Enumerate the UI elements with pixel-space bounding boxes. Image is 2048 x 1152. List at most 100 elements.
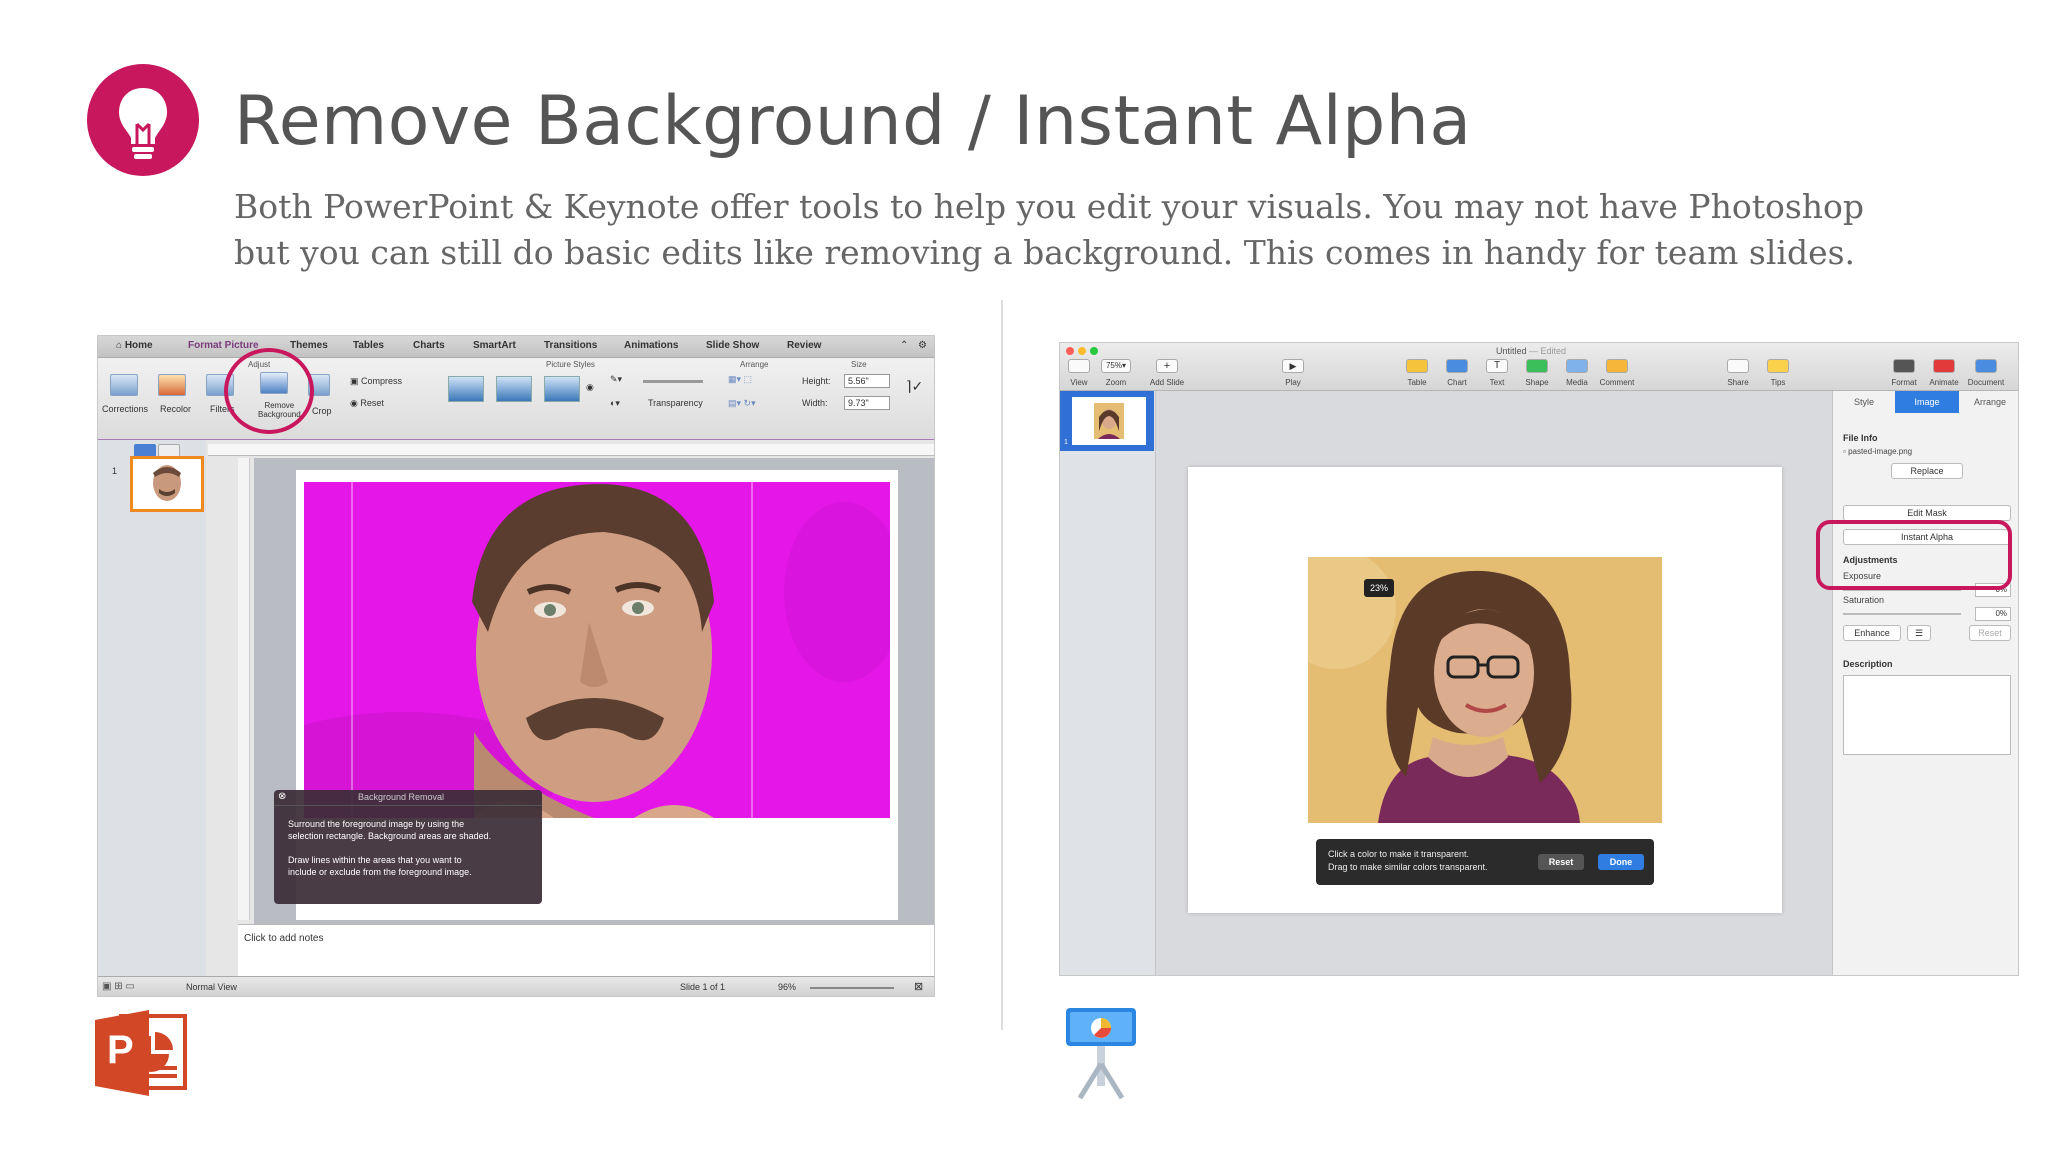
play-icon[interactable]: ▶ (1282, 359, 1304, 373)
fit-window-icon[interactable]: ⊠ (914, 980, 923, 993)
view-button[interactable]: View (1060, 378, 1099, 387)
chart-button[interactable]: Chart (1437, 378, 1477, 387)
recolor-button[interactable]: Recolor (160, 404, 191, 414)
subtitle-line-2: but you can still do basic edits like re… (234, 233, 1856, 272)
zoom-percent: 96% (778, 982, 797, 992)
add-slide-icon[interactable]: + (1156, 359, 1178, 373)
status-bar: ▣ ⊞ ▭ Normal View Slide 1 of 1 96% ⊠ (98, 976, 934, 996)
zoom-select[interactable]: 75%▾ (1101, 359, 1131, 373)
text-button[interactable]: Text (1477, 378, 1517, 387)
play-button[interactable]: Play (1273, 378, 1313, 387)
more-styles-icon[interactable]: ◉ (586, 382, 594, 393)
transparency-slider[interactable] (643, 380, 703, 383)
reset-picture-button[interactable]: ◉ Reset (350, 398, 384, 409)
gear-icon[interactable]: ⚙ (918, 340, 927, 351)
chart-icon[interactable] (1446, 359, 1468, 373)
keynote-slide-thumbnail[interactable] (1072, 397, 1146, 445)
background-removal-dialog: ⊗ Background Removal Surround the foregr… (274, 790, 542, 904)
instant-alpha-done-button[interactable]: Done (1598, 854, 1644, 870)
picture-style-1[interactable] (448, 376, 484, 402)
picture-style-3[interactable] (544, 376, 580, 402)
comment-icon[interactable] (1606, 359, 1628, 373)
description-field[interactable] (1843, 675, 2011, 755)
compress-icon: ▣ (350, 376, 362, 386)
share-button[interactable]: Share (1718, 378, 1758, 387)
picture-effects-icon[interactable]: ◐▾ (610, 398, 620, 409)
align-icon[interactable]: ▤▾ ↻▾ (728, 398, 756, 409)
height-field[interactable]: 5.56" (844, 374, 890, 388)
tab-arrange[interactable]: Arrange (1959, 391, 2018, 413)
table-icon[interactable] (1406, 359, 1428, 373)
tab-charts[interactable]: Charts (413, 340, 445, 351)
tips-button[interactable]: Tips (1758, 378, 1798, 387)
keynote-toolbar: Untitled — Edited View 75%▾ Zoom + Add S… (1060, 343, 2018, 391)
zoom-button[interactable]: Zoom (1096, 378, 1136, 387)
text-icon[interactable]: T (1486, 359, 1508, 373)
shape-button[interactable]: Shape (1517, 378, 1557, 387)
lightbulb-icon (119, 88, 167, 159)
tab-format-picture[interactable]: Format Picture (188, 340, 259, 351)
slide-thumbnail[interactable] (130, 456, 204, 512)
media-button[interactable]: Media (1557, 378, 1597, 387)
table-button[interactable]: Table (1397, 378, 1437, 387)
arrange-icon[interactable]: ▦▾ ⬚ (728, 374, 752, 385)
file-info-heading: File Info (1843, 433, 1878, 443)
tab-transitions[interactable]: Transitions (544, 340, 597, 351)
view-switcher-icons[interactable]: ▣ ⊞ ▭ (102, 981, 135, 992)
adjustments-reset-button[interactable]: Reset (1969, 625, 2011, 641)
zoom-slider[interactable] (810, 987, 894, 989)
corrections-icon[interactable] (110, 374, 138, 396)
comment-button[interactable]: Comment (1597, 378, 1637, 387)
format-icon[interactable] (1893, 359, 1915, 373)
slide-navigator (1060, 391, 1156, 975)
tab-review[interactable]: Review (787, 340, 821, 351)
close-icon[interactable]: ⊗ (278, 791, 286, 802)
tab-tables[interactable]: Tables (353, 340, 384, 351)
notes-placeholder[interactable]: Click to add notes (244, 933, 324, 944)
tab-animations[interactable]: Animations (624, 340, 678, 351)
saturation-slider[interactable] (1843, 613, 1961, 615)
lock-aspect-icon[interactable]: ⌉✓ (906, 378, 923, 395)
instant-alpha-reset-button[interactable]: Reset (1538, 854, 1584, 870)
slide-photo-background-removal[interactable] (304, 482, 890, 818)
zoom-window-button[interactable] (1090, 347, 1098, 355)
tab-smartart[interactable]: SmartArt (473, 340, 516, 351)
tab-home[interactable]: ⌂ Home (116, 340, 153, 351)
saturation-value[interactable]: 0% (1975, 607, 2011, 621)
picture-border-icon[interactable]: ✎▾ (610, 374, 622, 385)
portrait-woman (1308, 557, 1662, 823)
document-button[interactable]: Document (1966, 378, 2006, 387)
view-icon[interactable] (1068, 359, 1090, 373)
thumbnail-portrait (1094, 403, 1124, 439)
picture-style-2[interactable] (496, 376, 532, 402)
collapse-ribbon-icon[interactable]: ⌃ (900, 340, 908, 351)
close-window-button[interactable] (1066, 347, 1074, 355)
enhance-button[interactable]: Enhance (1843, 625, 1901, 641)
tab-themes[interactable]: Themes (290, 340, 328, 351)
animate-button[interactable]: Animate (1924, 378, 1964, 387)
recolor-icon[interactable] (158, 374, 186, 396)
notes-pane[interactable]: Click to add notes (238, 924, 934, 976)
share-icon[interactable] (1727, 359, 1749, 373)
width-field[interactable]: 9.73" (844, 396, 890, 410)
edit-mask-button[interactable]: Edit Mask (1843, 505, 2011, 521)
document-icon[interactable] (1975, 359, 1997, 373)
keynote-photo-instant-alpha[interactable]: 23% (1308, 557, 1662, 823)
format-button[interactable]: Format (1884, 378, 1924, 387)
file-name: ▫ pasted-image.png (1843, 447, 1913, 456)
add-slide-button[interactable]: Add Slide (1147, 378, 1187, 387)
minimize-window-button[interactable] (1078, 347, 1086, 355)
compress-button[interactable]: ▣ Compress (350, 376, 402, 387)
tips-icon[interactable] (1767, 359, 1789, 373)
shape-icon[interactable] (1526, 359, 1548, 373)
corrections-button[interactable]: Corrections (102, 404, 148, 414)
crop-button[interactable]: Crop (312, 406, 332, 416)
media-icon[interactable] (1566, 359, 1588, 373)
levels-icon[interactable]: ☰ (1907, 625, 1931, 641)
column-divider (1001, 300, 1003, 1030)
animate-icon[interactable] (1933, 359, 1955, 373)
tab-image[interactable]: Image (1895, 391, 1959, 413)
tab-style[interactable]: Style (1833, 391, 1895, 413)
tab-slide-show[interactable]: Slide Show (706, 340, 759, 351)
replace-button[interactable]: Replace (1891, 463, 1963, 479)
